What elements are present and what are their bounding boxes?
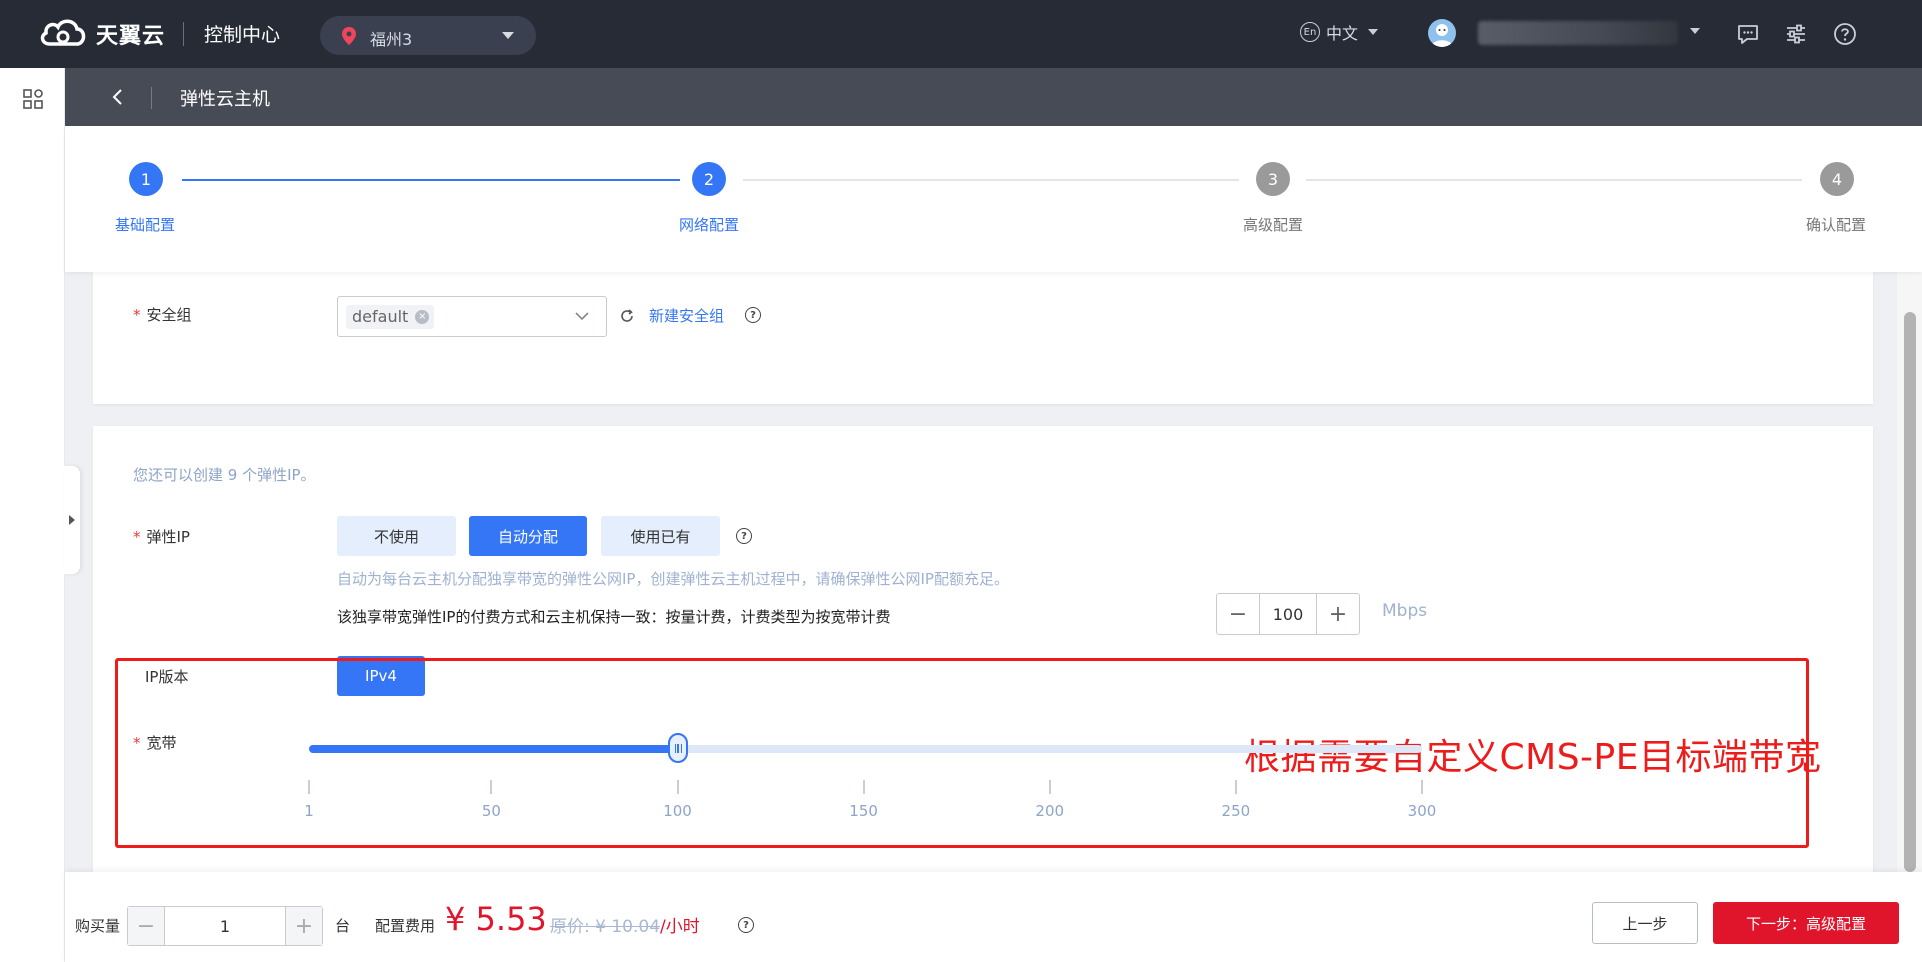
logo-divider bbox=[183, 22, 184, 46]
step-connector-done bbox=[182, 179, 680, 181]
page-header: 弹性云主机 bbox=[65, 68, 1922, 126]
help-icon[interactable] bbox=[1833, 22, 1857, 50]
new-security-group-link[interactable]: 新建安全组 bbox=[649, 305, 724, 326]
header-divider bbox=[151, 87, 152, 109]
user-avatar-icon[interactable] bbox=[1428, 19, 1456, 47]
original-price: 原价: ¥ 10.04/小时 bbox=[550, 917, 700, 937]
wizard-steps: 1 基础配置 2 网络配置 3 高级配置 4 确认配置 bbox=[65, 126, 1922, 272]
eip-option-auto[interactable]: 自动分配 bbox=[469, 516, 587, 556]
step-connector bbox=[743, 179, 1239, 181]
region-selector[interactable]: 福州3 bbox=[320, 16, 536, 55]
scrollbar-thumb[interactable] bbox=[1904, 312, 1916, 872]
step-3-circle: 3 bbox=[1256, 162, 1290, 196]
step-2-label[interactable]: 网络配置 bbox=[679, 214, 739, 235]
fee-label: 配置费用 bbox=[375, 917, 436, 935]
quantity-label: 购买量 bbox=[75, 917, 121, 935]
eip-label: * 弹性IP bbox=[133, 528, 190, 546]
eip-quota-hint: 您还可以创建 9 个弹性IP。 bbox=[133, 466, 316, 484]
back-arrow-icon[interactable] bbox=[111, 88, 125, 110]
brand-logo[interactable]: 天翼云 bbox=[38, 16, 165, 52]
refresh-icon[interactable] bbox=[619, 308, 635, 328]
bandwidth-input[interactable]: 100 bbox=[1259, 594, 1317, 634]
step-1-label[interactable]: 基础配置 bbox=[115, 214, 175, 235]
quantity-unit: 台 bbox=[335, 917, 351, 935]
security-group-label: * 安全组 bbox=[133, 306, 192, 324]
chevron-down-icon bbox=[1368, 29, 1379, 35]
help-icon[interactable]: ? bbox=[736, 528, 752, 544]
left-sidebar-collapsed bbox=[0, 68, 65, 962]
help-icon[interactable]: ? bbox=[745, 307, 761, 323]
language-label: 中文 bbox=[1326, 24, 1359, 43]
sidebar-expand-handle[interactable] bbox=[64, 466, 80, 574]
chevron-down-icon bbox=[574, 309, 590, 327]
help-icon[interactable]: ? bbox=[738, 917, 754, 933]
next-step-button[interactable]: 下一步：高级配置 bbox=[1713, 902, 1899, 944]
chevron-down-icon bbox=[502, 32, 514, 39]
config-price: ¥ 5.53 bbox=[445, 900, 547, 938]
bottom-order-bar: 购买量 − 1 + 台 配置费用 ¥ 5.53 原价: ¥ 10.04/小时 ?… bbox=[65, 872, 1922, 962]
form-content-area[interactable]: * 安全组 default × 新建安全组 ? 您还可以创建 9 个弹性IP。 * 弹… bbox=[65, 272, 1897, 872]
message-icon[interactable] bbox=[1736, 22, 1760, 50]
step-3-label: 高级配置 bbox=[1243, 216, 1304, 234]
step-4-label: 确认配置 bbox=[1806, 216, 1867, 234]
bandwidth-stepper: − 100 + bbox=[1216, 593, 1360, 635]
step-connector bbox=[1306, 179, 1802, 181]
quantity-increase-button[interactable]: + bbox=[286, 907, 322, 945]
bandwidth-unit: Mbps bbox=[1382, 601, 1428, 621]
console-title[interactable]: 控制中心 bbox=[204, 20, 280, 47]
region-label: 福州3 bbox=[370, 30, 413, 49]
security-group-tag: default × bbox=[346, 305, 435, 329]
previous-step-button[interactable]: 上一步 bbox=[1592, 902, 1698, 944]
quantity-decrease-button[interactable]: − bbox=[128, 907, 164, 945]
eip-option-existing[interactable]: 使用已有 bbox=[601, 516, 720, 556]
apps-grid-icon[interactable] bbox=[22, 88, 44, 114]
quantity-input[interactable]: 1 bbox=[164, 907, 286, 945]
security-group-card: * 安全组 default × 新建安全组 ? bbox=[93, 272, 1873, 404]
chevron-down-icon[interactable] bbox=[1690, 28, 1700, 34]
quantity-stepper: − 1 + bbox=[127, 906, 323, 946]
en-globe-icon: En bbox=[1300, 22, 1320, 42]
step-2-circle[interactable]: 2 bbox=[692, 162, 726, 196]
location-pin-icon bbox=[342, 27, 356, 49]
annotation-highlight-box bbox=[115, 658, 1809, 848]
eip-description: 自动为每台云主机分配独享带宽的弹性公网IP，创建弹性云主机过程中，请确保弹性公网… bbox=[337, 570, 1009, 588]
brand-name: 天翼云 bbox=[96, 24, 166, 49]
step-1-circle[interactable]: 1 bbox=[129, 162, 163, 196]
settings-sliders-icon[interactable] bbox=[1784, 22, 1808, 50]
language-selector[interactable]: En 中文 bbox=[1300, 20, 1379, 44]
page-title: 弹性云主机 bbox=[180, 89, 270, 110]
bandwidth-increase-button[interactable]: + bbox=[1317, 594, 1359, 634]
bandwidth-decrease-button[interactable]: − bbox=[1217, 594, 1259, 634]
step-4-circle: 4 bbox=[1820, 162, 1854, 196]
eip-billing-note: 该独享带宽弹性IP的付费方式和云主机保持一致：按量计费，计费类型为按宽带计费 bbox=[337, 608, 891, 626]
cloud-logo-icon bbox=[38, 16, 88, 52]
eip-option-none[interactable]: 不使用 bbox=[337, 516, 456, 556]
top-navigation-bar: 天翼云 控制中心 福州3 En 中文 bbox=[0, 0, 1922, 68]
security-group-select[interactable]: default × bbox=[337, 296, 607, 337]
chevron-right-icon bbox=[69, 515, 75, 525]
username-blurred[interactable] bbox=[1478, 21, 1678, 45]
tag-close-icon[interactable]: × bbox=[415, 310, 430, 324]
